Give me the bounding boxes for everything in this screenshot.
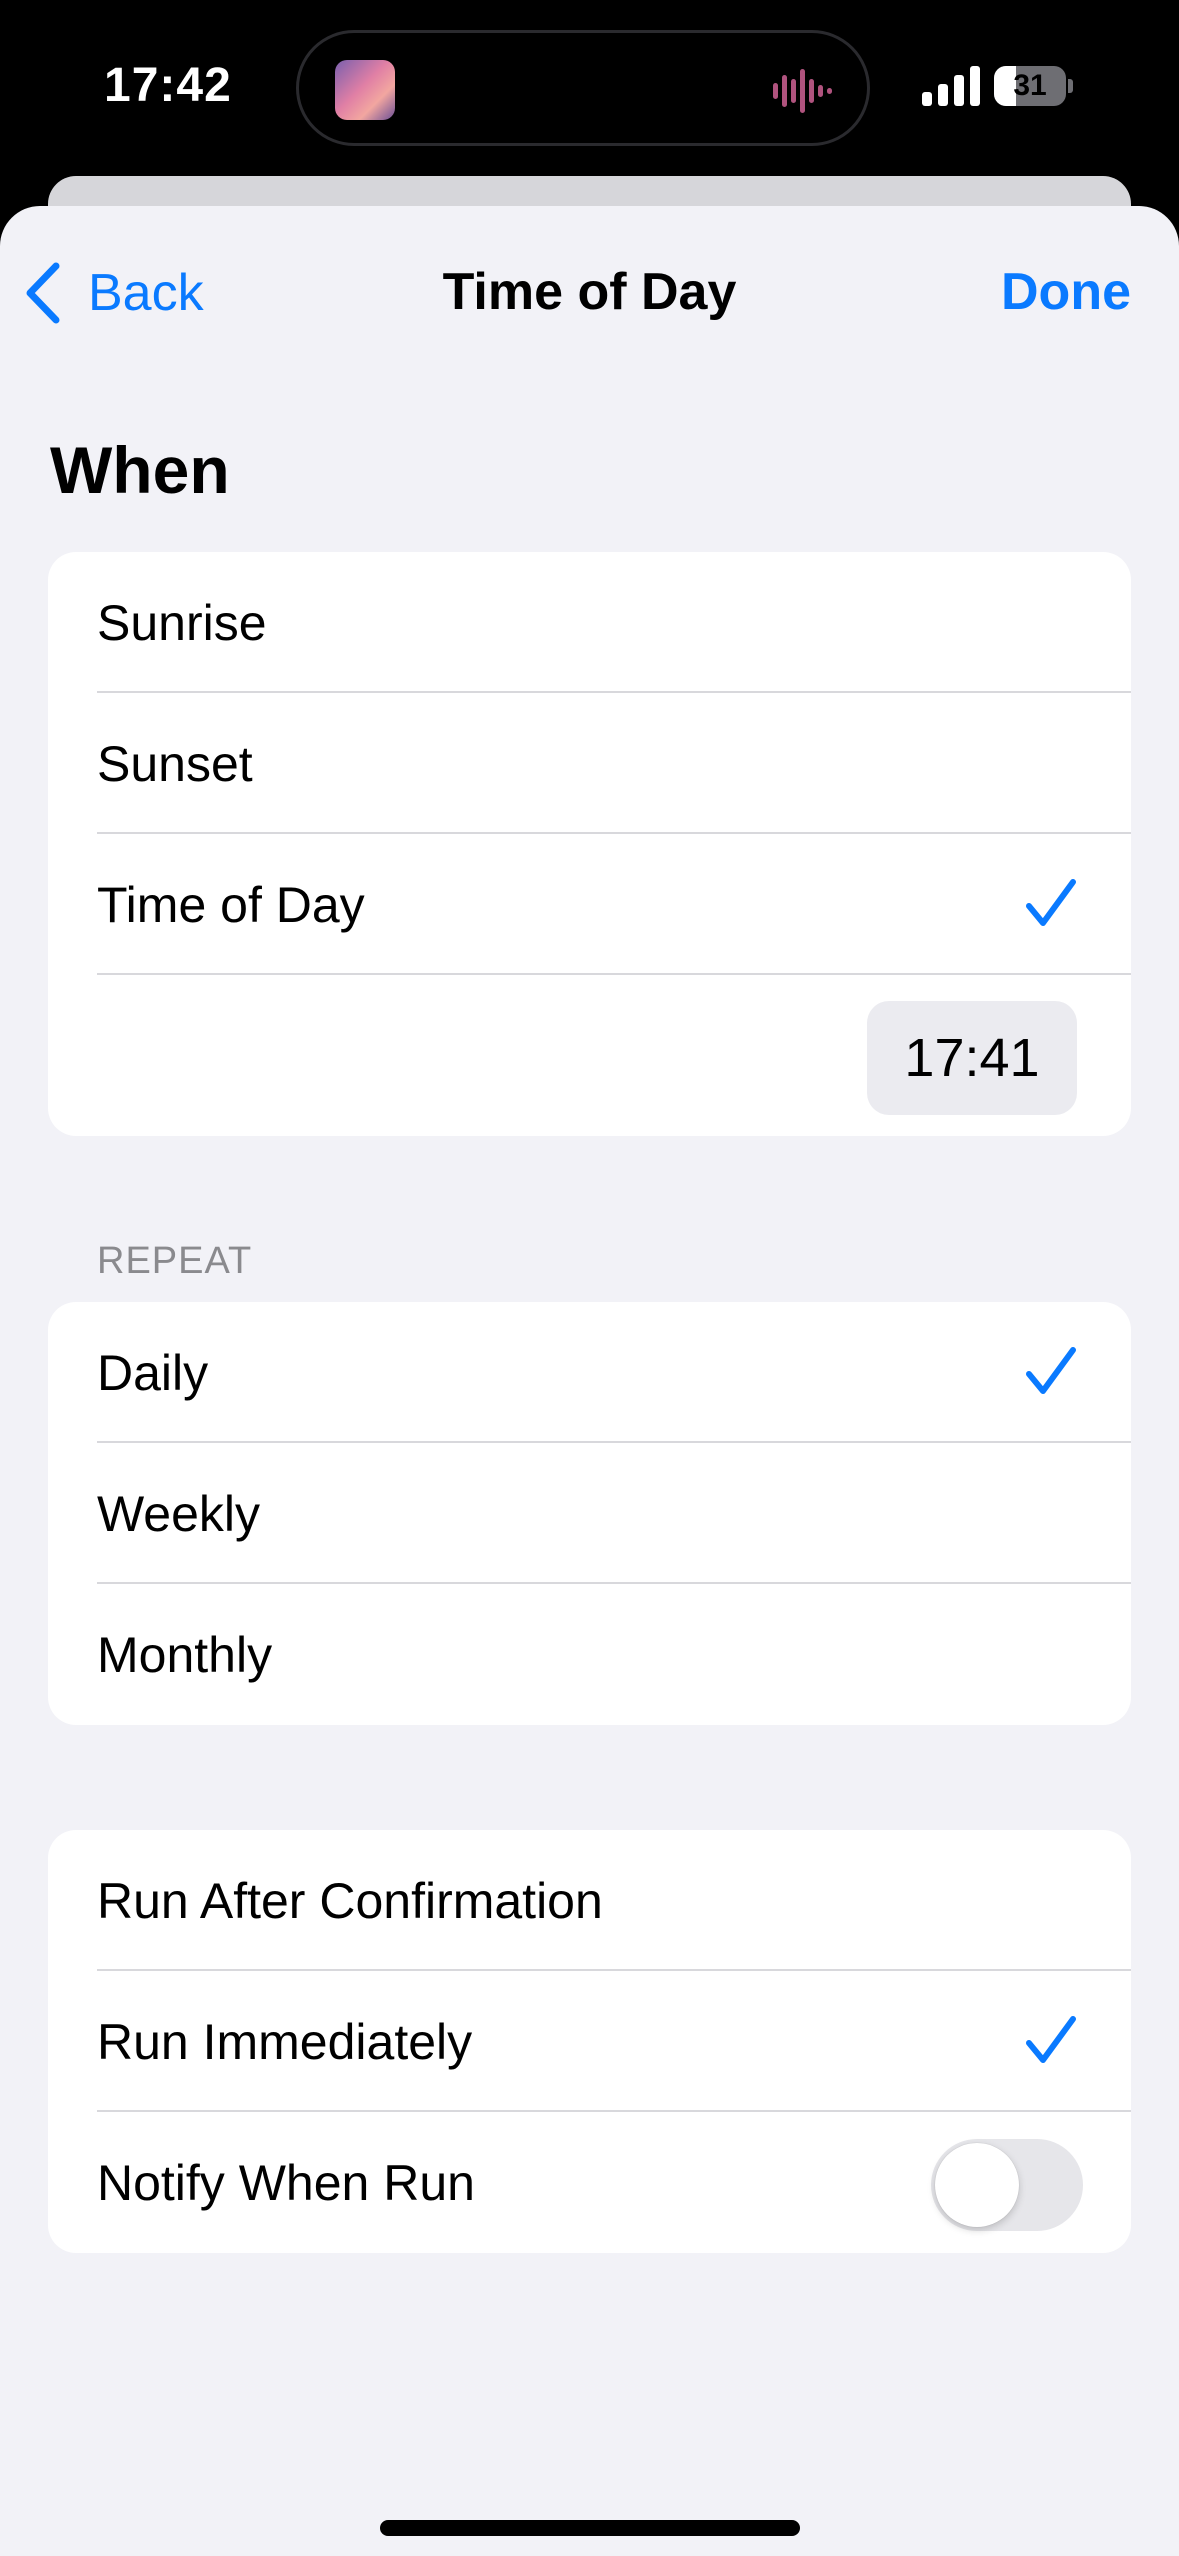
audio-waveform-icon: [773, 69, 832, 113]
option-label: Time of Day: [97, 876, 365, 933]
when-heading: When: [50, 433, 230, 507]
option-weekly[interactable]: Weekly: [48, 1443, 1131, 1584]
option-label: Run Immediately: [97, 2013, 473, 2070]
option-label: Monthly: [97, 1626, 273, 1683]
option-label: Daily: [97, 1344, 209, 1401]
now-playing-artwork: [335, 60, 395, 120]
option-run-after-confirmation[interactable]: Run After Confirmation: [48, 1830, 1131, 1971]
time-picker-row: 17:41: [48, 975, 1131, 1136]
checkmark-icon: [1026, 1347, 1076, 1394]
dynamic-island[interactable]: [296, 30, 870, 146]
toggle-knob: [935, 2143, 1019, 2227]
checkmark-icon: [1026, 879, 1076, 926]
option-daily[interactable]: Daily: [48, 1302, 1131, 1443]
notify-toggle[interactable]: [931, 2139, 1083, 2231]
repeat-caption: REPEAT: [97, 1240, 253, 1282]
time-picker[interactable]: 17:41: [867, 1001, 1077, 1115]
option-label: Sunrise: [97, 594, 267, 651]
cellular-signal-icon: [922, 66, 980, 106]
option-time-of-day[interactable]: Time of Day: [48, 834, 1131, 975]
status-bar: 17:42 31: [0, 0, 1179, 180]
battery-level: 31: [1013, 69, 1047, 102]
when-options-group: Sunrise Sunset Time of Day 17:41: [48, 552, 1131, 1136]
time-of-day-sheet: Back Time of Day Done When Sunrise Sunse…: [0, 206, 1179, 2556]
option-run-immediately[interactable]: Run Immediately: [48, 1971, 1131, 2112]
notify-when-run-row: Notify When Run: [48, 2112, 1131, 2253]
notify-label: Notify When Run: [97, 2154, 475, 2211]
option-label: Run After Confirmation: [97, 1872, 603, 1929]
option-sunset[interactable]: Sunset: [48, 693, 1131, 834]
option-label: Weekly: [97, 1485, 261, 1542]
option-monthly[interactable]: Monthly: [48, 1584, 1131, 1725]
battery-icon: 31: [994, 66, 1074, 106]
home-indicator[interactable]: [380, 2520, 800, 2536]
checkmark-icon: [1026, 2016, 1076, 2063]
repeat-options-group: Daily Weekly Monthly: [48, 1302, 1131, 1725]
option-sunrise[interactable]: Sunrise: [48, 552, 1131, 693]
status-time: 17:42: [104, 59, 232, 112]
option-label: Sunset: [97, 735, 253, 792]
navigation-bar: Back Time of Day Done: [0, 206, 1179, 376]
done-button[interactable]: Done: [1001, 262, 1131, 322]
run-options-group: Run After Confirmation Run Immediately N…: [48, 1830, 1131, 2253]
